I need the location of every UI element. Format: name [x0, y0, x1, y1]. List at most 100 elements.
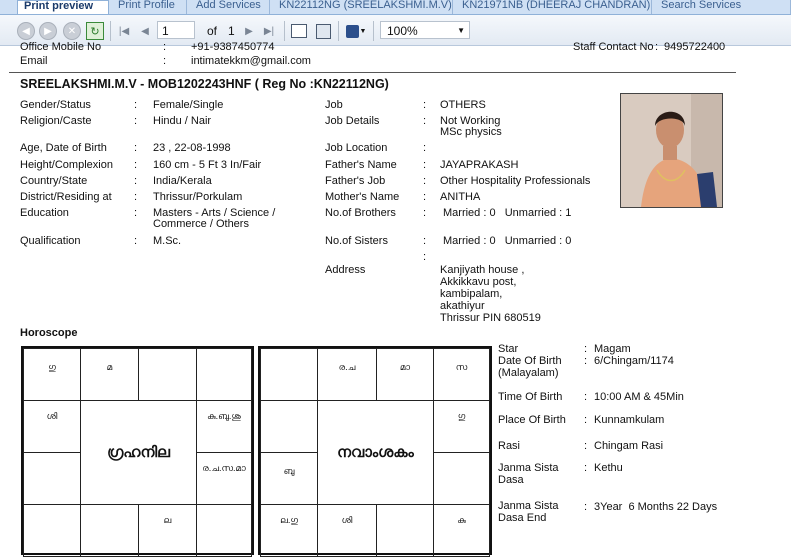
rasi-cell: ശി — [23, 400, 81, 453]
height-complexion-label: Height/Complexion — [20, 159, 113, 171]
back-icon[interactable]: ◀ — [17, 22, 35, 40]
tab-print-preview[interactable]: Print preview — [17, 0, 109, 14]
navamsa-cell — [260, 348, 318, 401]
rasi-cell — [196, 348, 252, 401]
janma-dasa-value: Kethu — [594, 462, 623, 474]
age-dob-value: 23 , 22-08-1998 — [153, 142, 231, 154]
separator: : — [584, 391, 588, 403]
separator: : — [134, 175, 138, 187]
separator: : — [584, 355, 588, 367]
separator: : — [134, 235, 138, 247]
last-page-icon[interactable]: ▶| — [260, 22, 278, 40]
separator: : — [423, 251, 427, 263]
profile-photo-image — [621, 94, 722, 207]
toolbar-divider — [373, 21, 374, 41]
navamsa-cell: ശി — [317, 504, 377, 557]
rasi-cell: ല — [138, 504, 197, 557]
sisters-label: No.of Sisters — [325, 235, 388, 247]
rasi-chart: ഗു മ ശി കു.ബു.ശു ര.ച.സ.മാ ല ഗ്രഹനില — [21, 346, 254, 557]
separator: : — [423, 235, 427, 247]
staff-contact-label: Staff Contact No — [573, 41, 654, 53]
father-job-value: Other Hospitality Professionals — [440, 175, 591, 187]
navamsa-cell: ബു — [260, 452, 318, 505]
separator: : — [423, 207, 427, 219]
time-of-birth-label: Time Of Birth — [498, 391, 563, 403]
qualification-label: Qualification — [20, 235, 81, 247]
separator: : — [584, 462, 588, 474]
rasi-cell — [80, 504, 139, 557]
star-value: Magam — [594, 343, 631, 355]
dob-malayalam-label: Date Of Birth — [498, 355, 562, 367]
zoom-value: 100% — [387, 24, 418, 38]
janma-dasa-label: Janma Sista — [498, 462, 559, 474]
separator: : — [423, 175, 427, 187]
brothers-label: No.of Brothers — [325, 207, 396, 219]
navamsa-cell: ഗു — [433, 400, 490, 453]
mother-name-value: ANITHA — [440, 191, 481, 203]
rasi-label: Rasi — [498, 440, 521, 452]
gender-status-label: Gender/Status — [20, 99, 91, 111]
separator: : — [134, 191, 138, 203]
separator: : — [584, 343, 588, 355]
print-layout-icon[interactable] — [290, 22, 308, 40]
district-value: Thrissur/Porkulam — [153, 191, 243, 203]
zoom-select[interactable]: 100% ▼ — [380, 21, 470, 39]
separator: : — [584, 414, 588, 426]
tab-profile-kn22112ng[interactable]: KN22112NG (SREELAKSHMI.M.V) — [273, 0, 453, 14]
mother-name-label: Mother's Name — [325, 191, 400, 203]
navamsa-cell: ല.ഗു — [260, 504, 318, 557]
forward-icon[interactable]: ▶ — [39, 22, 57, 40]
address-line: akathiyur — [440, 300, 485, 312]
tab-print-profile[interactable]: Print Profile — [112, 0, 187, 14]
rasi-cell — [23, 452, 81, 505]
tab-add-services[interactable]: Add Services — [190, 0, 270, 14]
address-label: Address — [325, 264, 366, 276]
page-setup-icon[interactable] — [314, 22, 332, 40]
separator: : — [134, 159, 138, 171]
janma-dasa-end-label: Janma Sista — [498, 500, 559, 512]
age-dob-label: Age, Date of Birth — [20, 142, 107, 154]
tab-search-services[interactable]: Search Services — [655, 0, 791, 14]
toolbar-divider — [338, 21, 339, 41]
separator: : — [163, 55, 167, 67]
page-of-label: of — [207, 24, 218, 38]
navamsa-cell: സ — [433, 348, 490, 401]
refresh-icon[interactable]: ↻ — [86, 22, 104, 40]
navamsa-chart: ര.ച മാ സ ഗു ബു ല.ഗു ശി കു നവാംശകം — [258, 346, 492, 557]
email-value: intimatekkm@gmail.com — [191, 55, 311, 67]
rasi-value: Chingam Rasi — [594, 440, 664, 452]
separator: : — [163, 41, 167, 53]
zoom-dropdown-icon[interactable]: ▼ — [457, 22, 465, 40]
separator: : — [134, 99, 138, 111]
separator: : — [134, 142, 138, 154]
gender-status-value: Female/Single — [153, 99, 224, 111]
qualification-value: M.Sc. — [153, 235, 182, 247]
education-value-line2: Commerce / Others — [153, 218, 249, 230]
star-label: Star — [498, 343, 519, 355]
job-details-value-line2: MSc physics — [440, 126, 502, 138]
separator: : — [423, 115, 427, 127]
stop-icon[interactable]: ✕ — [63, 22, 81, 40]
navamsa-cell — [433, 452, 490, 505]
navamsa-cell: മാ — [376, 348, 434, 401]
toolbar-divider — [110, 21, 111, 41]
staff-contact-value: 9495722400 — [664, 41, 726, 53]
sisters-value: Married : 0 Unmarried : 0 — [443, 235, 572, 247]
janma-dasa-end-value: 3Year 6 Months 22 Days — [594, 501, 718, 513]
tab-profile-kn21971nb[interactable]: KN21971NB (DHEERAJ CHANDRAN) — [456, 0, 652, 14]
father-name-label: Father's Name — [325, 159, 397, 171]
prev-page-icon[interactable]: ◀ — [136, 22, 154, 40]
first-page-icon[interactable]: |◀ — [115, 22, 133, 40]
export-dropdown-icon[interactable]: ▼ — [358, 22, 368, 40]
next-page-icon[interactable]: ▶ — [240, 22, 258, 40]
separator: : — [423, 159, 427, 171]
place-of-birth-value: Kunnamkulam — [594, 414, 665, 426]
page-number-input[interactable]: 1 — [157, 21, 195, 39]
rasi-cell — [196, 504, 252, 557]
separator: : — [423, 99, 427, 111]
job-details-label: Job Details — [325, 115, 380, 127]
horoscope-label: Horoscope — [20, 327, 78, 339]
page-total: 1 — [228, 24, 235, 38]
job-location-label: Job Location — [325, 142, 388, 154]
father-job-label: Father's Job — [325, 175, 386, 187]
